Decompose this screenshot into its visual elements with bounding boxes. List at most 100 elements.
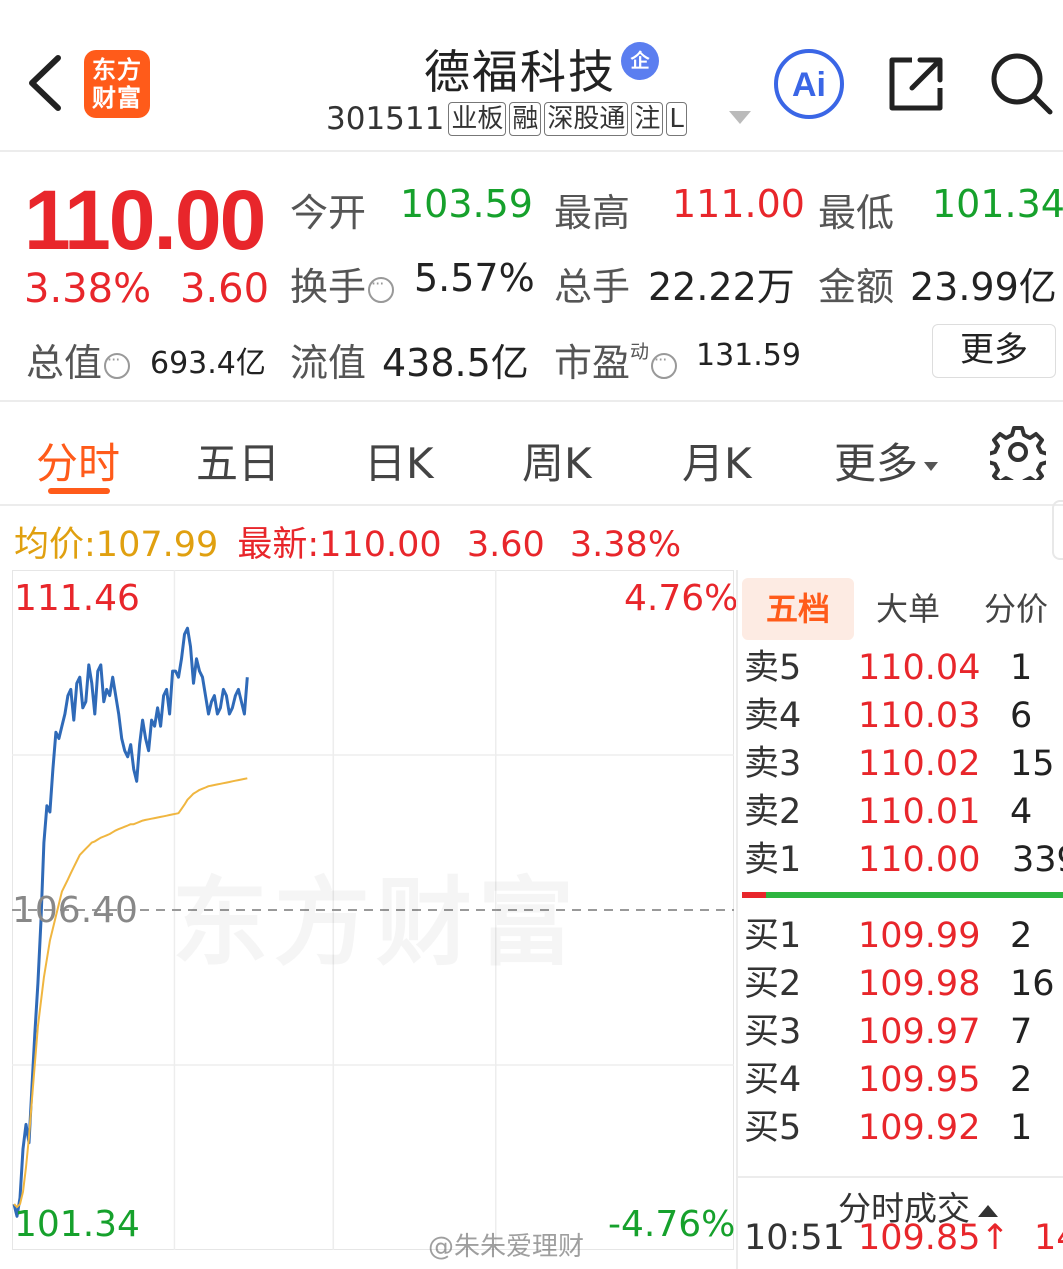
ask-price: 110.04 (858, 648, 981, 688)
ai-label: Ai (792, 66, 826, 104)
gear-icon[interactable] (990, 424, 1046, 480)
ask-price: 110.03 (858, 696, 981, 736)
ask-label: 卖3 (744, 744, 802, 784)
ask-volume: 1 (1010, 648, 1033, 688)
bid-volume: 2 (1010, 1060, 1033, 1100)
tab-active-indicator (48, 488, 110, 494)
high-label: 最高 (554, 191, 631, 235)
ask-label: 卖4 (744, 696, 802, 736)
tab-more[interactable]: 更多 (834, 430, 939, 491)
ask-label: 卖1 (744, 840, 802, 880)
ask-row: 卖3 110.02 15 (738, 740, 1063, 788)
share-icon[interactable] (884, 52, 948, 116)
bid-price: 109.98 (858, 964, 981, 1004)
info-icon[interactable] (651, 350, 678, 379)
app-logo[interactable]: 东方 财富 (84, 50, 150, 118)
back-arrow-icon[interactable] (22, 52, 68, 114)
bid-row: 买4 109.95 2 (738, 1056, 1063, 1104)
ai-assistant-icon[interactable]: Ai (773, 48, 845, 120)
tab-monthly-k[interactable]: 月K (682, 430, 752, 491)
bid-row: 买2 109.98 16 (738, 960, 1063, 1008)
pe-label[interactable]: 市盈动 (554, 332, 678, 387)
stock-code: 301511 (326, 101, 445, 137)
trades-divider (738, 1176, 1063, 1178)
weibo-watermark: @朱朱爱理财 (428, 1232, 585, 1262)
open-value: 103.59 (400, 182, 533, 226)
bid-price: 109.95 (858, 1060, 981, 1100)
trade-row: 10:51 109.85↑ 14 (744, 1218, 1063, 1258)
open-label: 今开 (290, 191, 367, 235)
header-bar: 东方 财富 德福科技 企 301511 业板 融 深股通 注 L Ai (0, 0, 1063, 152)
ask-volume: 4 (1010, 792, 1033, 832)
bid-label: 买2 (744, 964, 802, 1004)
sell-ratio-part (742, 892, 766, 898)
tag-connect: 深股通 (544, 102, 629, 136)
float-label: 流值 (290, 341, 367, 385)
ask-row: 卖5 110.04 1 (738, 644, 1063, 692)
avg-label: 均价: (14, 525, 96, 565)
bid-volume: 16 (1010, 964, 1055, 1004)
book-tab-price-dist[interactable]: 分价 (966, 578, 1063, 640)
side-handle[interactable] (1052, 500, 1063, 560)
book-tab-large-orders[interactable]: 大单 (858, 578, 958, 640)
pe-label-text: 市盈 (554, 341, 631, 385)
info-icon[interactable] (104, 350, 131, 379)
pe-superscript: 动 (630, 341, 650, 363)
latest-change: 3.60 (466, 525, 545, 565)
intraday-summary: 均价:107.99 最新:110.00 3.60 3.38% (14, 516, 681, 567)
bid-label: 买1 (744, 916, 802, 956)
mktcap-value: 693.4亿 (150, 346, 266, 381)
last-price: 110.00 (24, 173, 266, 267)
mktcap-label[interactable]: 总值 (26, 332, 131, 387)
bid-volume: 1 (1010, 1108, 1033, 1148)
tag-registered: 注 (631, 102, 664, 136)
stock-code-line[interactable]: 301511 业板 融 深股通 注 L (326, 98, 721, 140)
bid-volume: 7 (1010, 1012, 1033, 1052)
volume-label: 总手 (554, 265, 631, 309)
bid-price: 109.97 (858, 1012, 981, 1052)
bid-volume: 2 (1010, 916, 1033, 956)
ask-price: 110.00 (858, 840, 981, 880)
low-value: 101.34 (932, 182, 1063, 226)
stock-name: 德福科技 (424, 45, 616, 99)
avg-value: 107.99 (95, 525, 219, 565)
caret-up-icon (978, 1204, 998, 1217)
change-percent: 3.38% (24, 266, 152, 312)
trade-price: 109.85↑ (858, 1218, 1010, 1258)
quote-panel: 110.00 3.38% 3.60 今开 103.59 最高 111.00 最低… (0, 152, 1063, 402)
turnover-label[interactable]: 换手 (290, 256, 395, 311)
tab-daily-k[interactable]: 日K (364, 430, 434, 491)
avg-price-series-line (13, 777, 248, 1209)
chart-watermark: 东方财富 (172, 845, 580, 984)
tag-l: L (666, 102, 687, 136)
ask-volume: 339 (1012, 840, 1063, 880)
y-mid-label: 106.40 (12, 890, 138, 931)
tab-weekly-k[interactable]: 周K (522, 430, 592, 491)
high-value: 111.00 (672, 182, 805, 226)
info-icon[interactable] (368, 274, 395, 303)
turnover-value: 5.57% (414, 256, 535, 300)
trade-time: 10:51 (744, 1218, 845, 1258)
low-label: 最低 (818, 191, 895, 235)
tab-five-day[interactable]: 五日 (196, 430, 280, 491)
amount-value: 23.99亿 (910, 265, 1057, 309)
trade-volume: 14 (1034, 1218, 1063, 1258)
pct-high-label: 4.76% (624, 578, 739, 619)
book-tab-five-levels[interactable]: 五档 (742, 578, 854, 640)
tab-intraday[interactable]: 分时 (36, 430, 120, 491)
bid-price: 109.92 (858, 1108, 981, 1148)
logo-text-bottom: 财富 (92, 84, 142, 112)
search-icon[interactable] (988, 50, 1054, 116)
bid-price: 109.99 (858, 916, 981, 956)
more-button[interactable]: 更多 (932, 324, 1056, 378)
bid-label: 买4 (744, 1060, 802, 1100)
mktcap-label-text: 总值 (26, 341, 103, 385)
bid-row: 买3 109.97 7 (738, 1008, 1063, 1056)
chevron-down-icon[interactable] (729, 111, 751, 124)
tag-board: 业板 (448, 102, 507, 136)
ask-row: 卖4 110.03 6 (738, 692, 1063, 740)
ask-row: 卖1 110.00 339 (738, 836, 1063, 884)
y-low-label: 101.34 (14, 1204, 140, 1245)
enterprise-badge-icon[interactable]: 企 (621, 42, 659, 80)
change-amount: 3.60 (180, 266, 270, 312)
